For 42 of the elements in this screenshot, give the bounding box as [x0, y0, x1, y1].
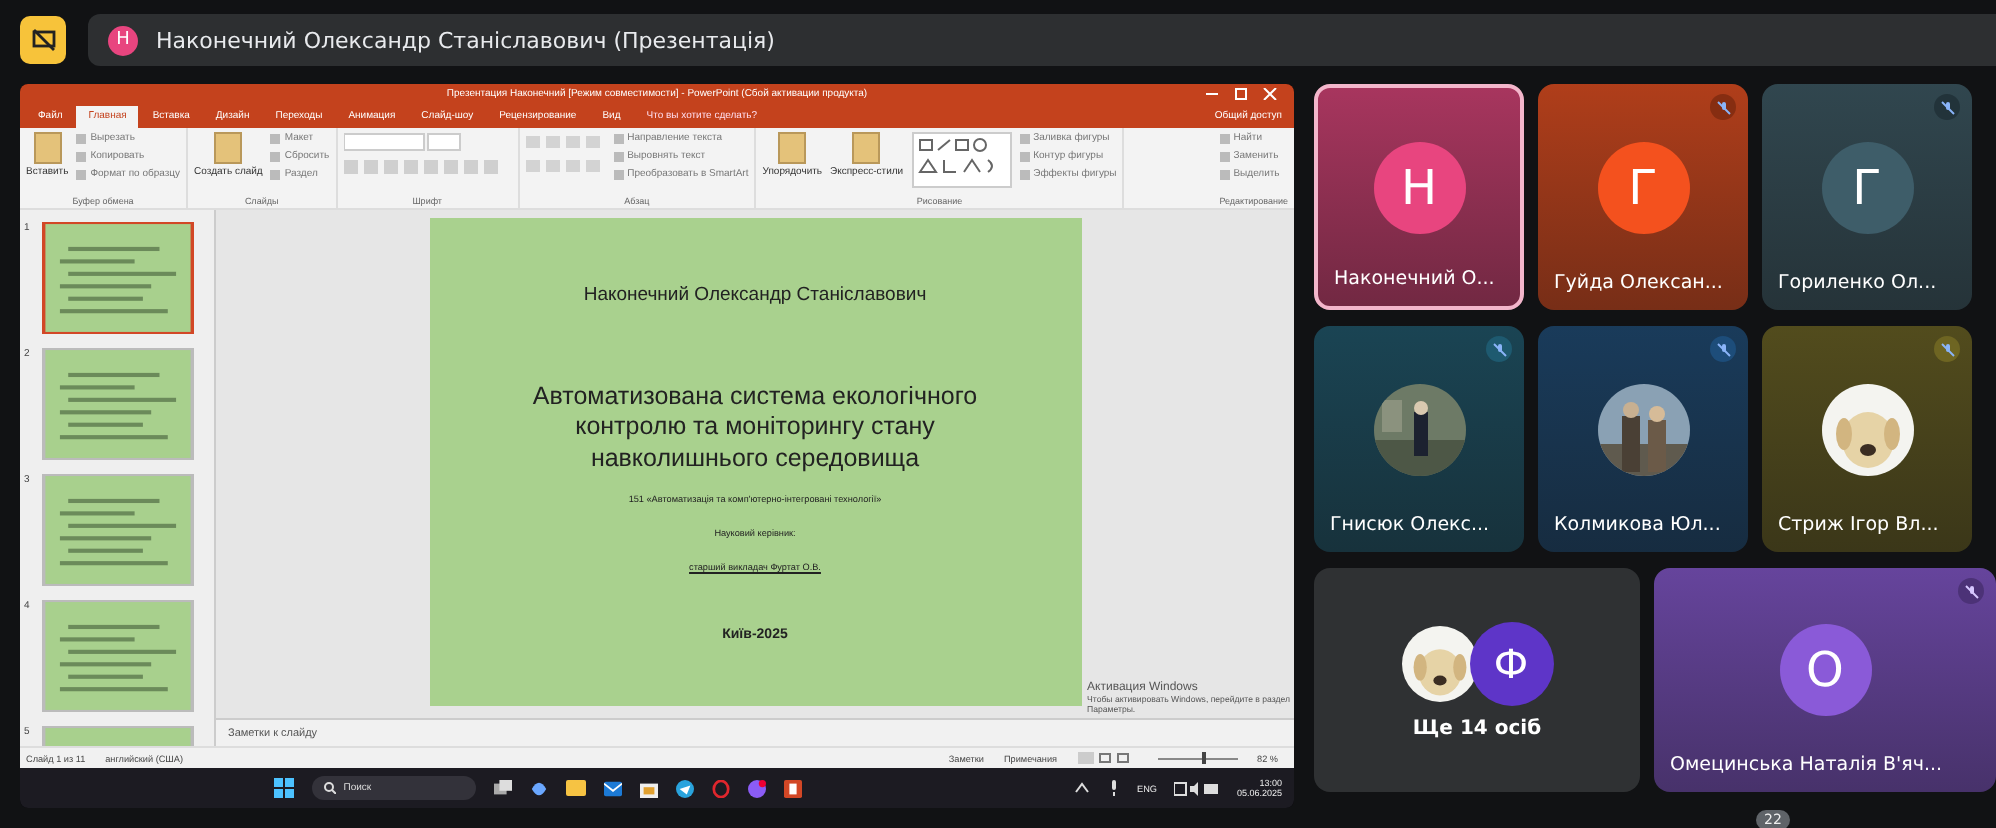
telegram-icon[interactable] — [675, 779, 694, 797]
shapes-gallery-drawing[interactable] — [911, 132, 1012, 188]
participant-avatar: Г — [1597, 141, 1689, 233]
slide-title: Автоматизована система екологічного контролю та моніторингу стану навколишнього середовища — [530, 382, 980, 474]
participant-name: Омецинська Наталія В'яч... — [1670, 754, 1943, 776]
participant-avatar: О — [1779, 624, 1871, 716]
presentation-title: Наконечний Олександр Станіславович (Презентація) — [156, 27, 775, 53]
participant-tile[interactable]: Колмикова Юл... — [1538, 326, 1748, 552]
slide-thumbnail[interactable] — [42, 474, 194, 586]
participant-tile[interactable]: Н Наконечний О... — [1314, 84, 1524, 310]
participant-tile[interactable]: Гнисюк Олекс... — [1314, 326, 1524, 552]
task-view-icon[interactable] — [493, 779, 512, 797]
participant-name: Гориленко Ол... — [1778, 272, 1937, 294]
presentation-off-icon — [31, 28, 55, 52]
folder-icon[interactable] — [565, 780, 586, 796]
participant-avatar: Н — [1373, 141, 1465, 233]
slide-thumbnail[interactable] — [42, 222, 194, 334]
participant-avatar: Г — [1821, 141, 1913, 233]
slide-author: Наконечний Олександр Станіславович — [583, 284, 927, 306]
slide-thumbnail[interactable] — [42, 600, 194, 712]
participant-tile[interactable]: Стриж Ігор Вл... — [1762, 326, 1972, 552]
participant-tile[interactable]: О Омецинська Наталія В'яч... — [1654, 568, 1996, 792]
chevron-up-icon[interactable] — [1073, 782, 1089, 794]
participant-name: Колмикова Юл... — [1554, 514, 1721, 536]
participant-tile[interactable]: Г Гориленко Ол... — [1762, 84, 1972, 310]
participant-name: Гнисюк Олекс... — [1330, 514, 1490, 536]
participant-name: Гуйда Олексан... — [1554, 272, 1723, 294]
participant-tile[interactable]: Г Гуйда Олексан... — [1538, 84, 1748, 310]
search-icon — [323, 782, 336, 794]
stop-presenting-button[interactable] — [20, 16, 66, 64]
window-controls-icon[interactable] — [1202, 88, 1282, 100]
more-participants-label: Ще 14 осіб — [1412, 717, 1542, 739]
mail-icon[interactable] — [603, 779, 622, 797]
participant-avatar: Ф — [1469, 621, 1553, 705]
windows-start-icon[interactable] — [273, 778, 294, 798]
slide-thumbnail[interactable] — [42, 348, 194, 460]
more-participants-tile[interactable]: Ф Ще 14 осіб — [1314, 568, 1640, 792]
participant-name: Наконечний О... — [1334, 268, 1495, 290]
participant-name: Стриж Ігор Вл... — [1778, 514, 1939, 536]
microphone-icon[interactable] — [1107, 780, 1119, 796]
system-tray-icon[interactable] — [1174, 781, 1219, 795]
presenter-avatar: Н — [108, 25, 138, 55]
